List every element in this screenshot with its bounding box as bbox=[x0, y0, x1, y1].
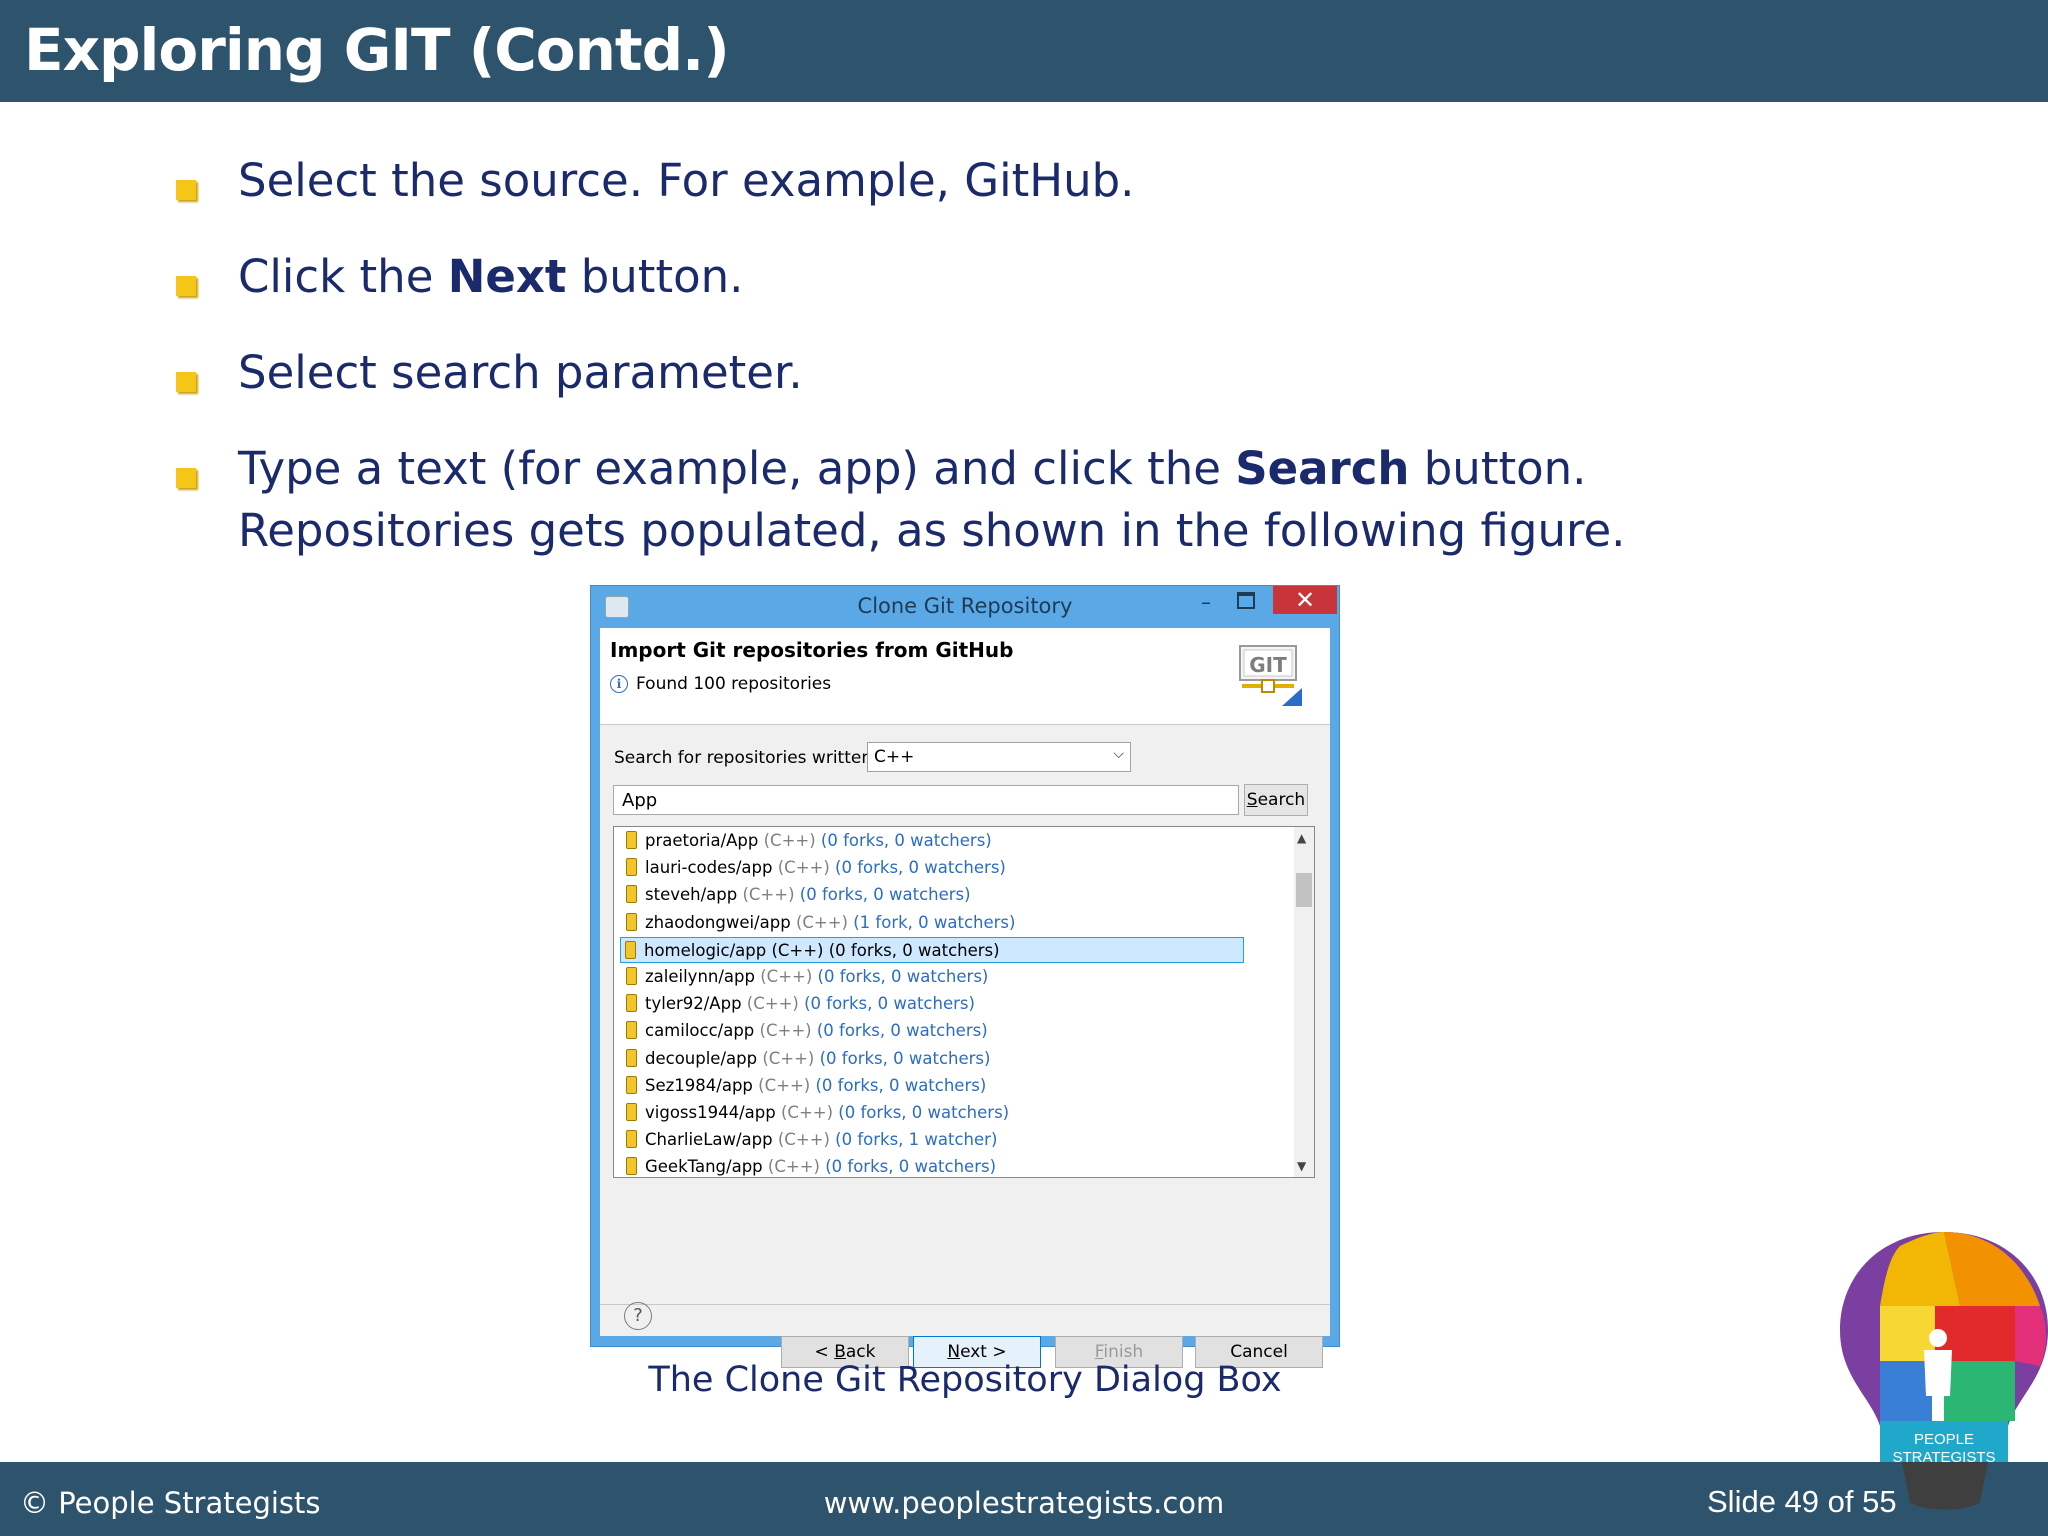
scroll-down-icon[interactable]: ▼ bbox=[1297, 1159, 1306, 1173]
repository-icon bbox=[626, 912, 637, 931]
bullet-item: Select the source. For example, GitHub. bbox=[170, 150, 1870, 212]
git-logo-icon: GIT bbox=[1239, 645, 1302, 706]
wizard-button-bar: ? bbox=[600, 1302, 1330, 1334]
repository-list-item[interactable]: camilocc/app (C++) (0 forks, 0 watchers) bbox=[622, 1018, 988, 1044]
repository-icon bbox=[626, 1048, 637, 1067]
bullet-square-icon bbox=[176, 468, 196, 488]
slide-number: Slide 49 of 55 bbox=[1707, 1484, 1897, 1519]
repository-list-item[interactable]: homelogic/app (C++) (0 forks, 0 watchers… bbox=[620, 936, 1244, 963]
repository-list-item[interactable]: decouple/app (C++) (0 forks, 0 watchers) bbox=[622, 1046, 990, 1072]
repository-icon bbox=[626, 831, 637, 849]
help-icon[interactable]: ? bbox=[624, 1302, 652, 1330]
dialog-title: Clone Git Repository bbox=[857, 594, 1073, 618]
language-select[interactable]: C++ ⌵ bbox=[867, 742, 1131, 772]
bullet-square-icon bbox=[176, 372, 196, 392]
repository-icon bbox=[626, 1075, 637, 1094]
figure-caption: The Clone Git Repository Dialog Box bbox=[648, 1360, 1282, 1400]
repository-icon bbox=[626, 1157, 637, 1176]
maximize-button[interactable] bbox=[1237, 592, 1255, 609]
scroll-up-icon[interactable]: ▲ bbox=[1297, 831, 1306, 845]
search-button[interactable]: Search bbox=[1244, 784, 1308, 816]
bullet-square-icon bbox=[176, 276, 196, 296]
slide-footer: © People Strategists www.peoplestrategis… bbox=[0, 1462, 2048, 1536]
logo-text-line1: PEOPLE bbox=[1914, 1431, 1974, 1448]
repository-list-item[interactable]: steveh/app (C++) (0 forks, 0 watchers) bbox=[622, 882, 971, 908]
minimize-button[interactable]: – bbox=[1191, 590, 1221, 620]
repository-icon bbox=[626, 858, 637, 877]
list-scrollbar[interactable]: ▲ ▼ bbox=[1294, 827, 1314, 1177]
git-logo-text: GIT bbox=[1249, 653, 1287, 677]
chevron-down-icon: ⌵ bbox=[1113, 746, 1124, 762]
dialog-titlebar[interactable]: Clone Git Repository – ✕ bbox=[591, 586, 1339, 628]
info-icon: i bbox=[610, 675, 628, 693]
repository-list-item[interactable]: GeekTang/app (C++) (0 forks, 0 watchers) bbox=[622, 1154, 996, 1177]
wizard-header: Import Git repositories from GitHub i Fou… bbox=[600, 628, 1330, 725]
slide-title-bar: Exploring GIT (Contd.) bbox=[0, 0, 2048, 102]
repository-icon bbox=[626, 885, 637, 904]
wizard-message: i Found 100 repositories bbox=[610, 674, 831, 694]
bullet-item: Select search parameter. bbox=[170, 342, 1870, 404]
bulb-base-icon bbox=[1902, 1462, 1988, 1510]
repository-list-item[interactable]: praetoria/App (C++) (0 forks, 0 watchers… bbox=[622, 828, 992, 854]
bullet-item: Type a text (for example, app) and click… bbox=[170, 438, 1870, 562]
search-input[interactable] bbox=[613, 785, 1239, 815]
slide-title: Exploring GIT (Contd.) bbox=[24, 16, 730, 84]
repository-icon bbox=[625, 940, 636, 959]
dialog-body: Import Git repositories from GitHub i Fou… bbox=[600, 628, 1330, 1368]
repository-icon bbox=[626, 994, 637, 1013]
repository-list-item[interactable]: zaleilynn/app (C++) (0 forks, 0 watchers… bbox=[622, 964, 988, 990]
scroll-thumb[interactable] bbox=[1296, 873, 1312, 907]
repository-icon bbox=[626, 1103, 637, 1121]
repository-icon bbox=[626, 1130, 637, 1149]
repository-list-item[interactable]: tyler92/App (C++) (0 forks, 0 watchers) bbox=[622, 991, 975, 1017]
wizard-title: Import Git repositories from GitHub bbox=[610, 638, 1014, 662]
close-button[interactable]: ✕ bbox=[1273, 586, 1337, 614]
repository-list-item[interactable]: vigoss1944/app (C++) (0 forks, 0 watcher… bbox=[622, 1100, 1009, 1126]
repository-list[interactable]: praetoria/App (C++) (0 forks, 0 watchers… bbox=[613, 826, 1315, 1178]
repository-list-item[interactable]: CharlieLaw/app (C++) (0 forks, 1 watcher… bbox=[622, 1127, 997, 1153]
language-label: Search for repositories written in bbox=[614, 748, 894, 768]
clone-git-repository-dialog: Clone Git Repository – ✕ Import Git repo… bbox=[590, 585, 1340, 1368]
bullet-square-icon bbox=[176, 180, 196, 200]
bullet-list: Select the source. For example, GitHub. … bbox=[170, 150, 1870, 596]
repository-list-item[interactable]: Sez1984/app (C++) (0 forks, 0 watchers) bbox=[622, 1073, 986, 1099]
bullet-item: Click the Next button. bbox=[170, 246, 1870, 308]
repository-icon bbox=[626, 1021, 637, 1040]
repository-list-item[interactable]: lauri-codes/app (C++) (0 forks, 0 watche… bbox=[622, 855, 1006, 881]
repository-list-item[interactable]: zhaodongwei/app (C++) (1 fork, 0 watcher… bbox=[622, 910, 1015, 936]
repository-icon bbox=[626, 967, 637, 985]
